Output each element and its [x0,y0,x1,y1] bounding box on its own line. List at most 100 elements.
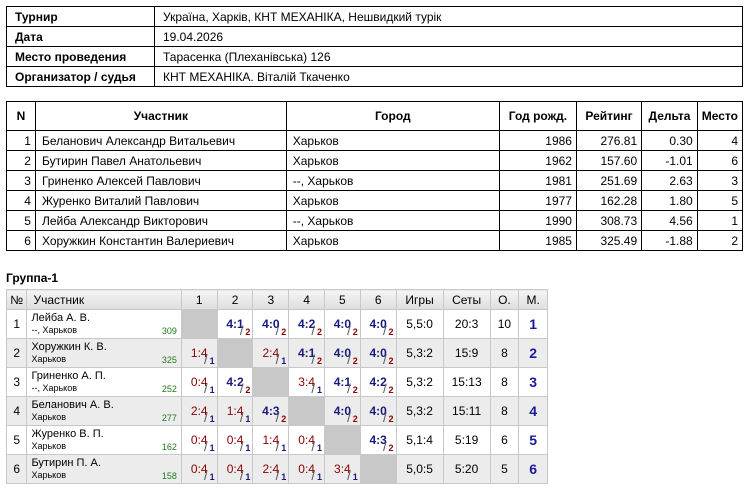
player-rating: 158 [161,471,177,481]
participant-row: 3 Гриненко Алексей Павлович --, Харьков 198… [6,170,744,191]
score-separator: / [239,410,244,425]
match-score-cell: 0:4/1 [288,454,325,484]
match-score-cell: 4:0/2 [252,309,290,339]
participants-table: N Участник Город Год рожд. Рейтинг Дельта Мест… [6,101,744,251]
score-separator: / [382,381,387,396]
score-separator: / [239,468,244,483]
participant-cell: 0.30 [641,130,698,151]
participant-cell: Лейба Александр Викторович [34,210,287,231]
match-score-cell: 3:4/1 [324,454,361,484]
score-separator: / [382,410,387,425]
participant-cell: Харьков [285,230,500,251]
score-separator: / [311,439,315,454]
match-score-cell: 0:4/1 [180,454,218,484]
participant-cell: -1.01 [641,150,698,171]
participants-col-header: N [6,101,36,131]
group-row: 1 Лейба А. В. --, Харьков 309 4:1/2 4:0/2 4:2/… [5,309,548,339]
score-separator: / [275,323,280,338]
player-city: Харьков [31,412,66,422]
match-score-cell: 4:3/2 [252,396,290,426]
info-row: Дата 19.04.2026 [6,26,743,47]
match-points: 1 [245,414,251,424]
group-player-cell: Беланович А. В. Харьков 277 [26,396,182,426]
participant-cell: 308.73 [575,210,643,231]
player-name: Хоружкин К. В. [31,341,107,353]
games-cell: 5,0:5 [395,454,444,484]
group-col-header: 4 [288,289,325,310]
match-score-cell: 2:4/1 [252,454,290,484]
match-points: 2 [281,414,287,424]
self-match-cell [288,396,325,426]
participant-cell: Харьков [285,130,500,151]
self-match-cell [324,425,361,455]
info-value: Тарасенка (Плеханівська) 126 [154,46,743,67]
match-score-cell: 0:4/1 [216,454,254,484]
score-separator: / [204,410,208,425]
games-cell: 5,3:2 [395,367,444,397]
match-score-cell: 3:4/1 [288,367,325,397]
match-points: 1 [245,443,251,453]
player-city: Харьков [31,470,66,480]
sets-cell: 15:11 [442,396,491,426]
player-city: Харьков [31,441,66,451]
group-col-header: Игры [395,289,444,310]
match-score-cell: 2:4/1 [180,396,218,426]
participant-cell: 276.81 [575,130,643,151]
match-score-cell: 1:4/1 [216,396,254,426]
participant-cell: 2.63 [641,170,698,191]
sets-cell: 5:20 [442,454,491,484]
participant-row: 2 Бутирин Павел Анатольевич Харьков 1962 157… [6,150,744,171]
points-cell: 8 [489,338,520,368]
match-score-cell: 4:1/2 [324,367,361,397]
group-col-header: 6 [359,289,397,310]
match-points: 1 [316,385,322,395]
participant-cell: 4 [696,130,744,151]
sets-cell: 5:19 [442,425,491,455]
match-points: 1 [209,472,215,482]
participant-cell: 2 [6,150,36,171]
group-player-cell: Гриненко А. П. --, Харьков 252 [26,367,182,397]
match-score-cell: 0:4/1 [180,425,218,455]
match-score-cell: 4:2/2 [288,309,325,339]
match-score-cell: 4:1/2 [288,338,325,368]
info-value: КНТ МЕХАНІКА. Віталій Ткаченко [154,66,743,87]
self-match-cell [180,309,218,339]
match-score-cell: 4:0/2 [324,309,361,339]
score-separator: / [239,323,244,338]
info-value: Україна, Харків, КНТ МЕХАНІКА, Нешвидкий… [154,6,743,27]
participants-col-header: Город [285,101,500,131]
group-header-row: № Участник 1 2 3 4 5 6 Игры Сеты О. М. [5,289,548,310]
score-separator: / [347,323,351,338]
participant-cell: 1990 [498,210,577,231]
match-score-cell: 4:0/2 [359,338,397,368]
participant-cell: 1977 [498,190,577,211]
group-row-number: 6 [5,454,28,484]
info-value: 19.04.2026 [154,26,743,47]
score-separator: / [239,439,244,454]
participants-col-header: Год рожд. [498,101,577,131]
place-cell: 5 [518,425,548,455]
group-row-number: 2 [5,338,28,368]
self-match-cell [252,367,290,397]
player-rating: 277 [161,413,177,423]
participant-cell: 1.80 [641,190,698,211]
participant-cell: 2 [696,230,744,251]
score-separator: / [204,352,208,367]
points-cell: 8 [489,367,520,397]
score-separator: / [239,381,244,396]
match-points: 2 [352,356,358,366]
match-score-cell: 4:0/2 [324,338,361,368]
participant-cell: --, Харьков [285,170,500,191]
match-points: 2 [352,414,358,424]
match-score-cell: 4:3/2 [359,425,397,455]
group-row-number: 4 [5,396,28,426]
info-key: Место проведения [6,46,155,67]
match-points: 1 [352,472,358,482]
participant-cell: 157.60 [575,150,643,171]
participant-cell: 3 [6,170,36,191]
match-points: 2 [388,327,394,337]
match-points: 2 [316,356,322,366]
match-score-cell: 0:4/1 [288,425,325,455]
player-name: Беланович А. В. [31,399,114,411]
place-cell: 1 [518,309,548,339]
